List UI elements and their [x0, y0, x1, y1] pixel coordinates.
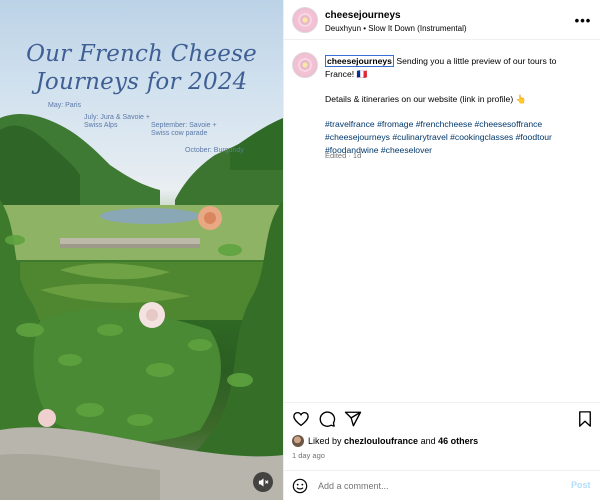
- post-comment-button[interactable]: Post: [571, 480, 591, 490]
- likes-middle: and: [420, 436, 436, 446]
- header-username[interactable]: cheesejourneys: [325, 10, 401, 21]
- audio-attribution[interactable]: Deuxhyun • Slow It Down (Instrumental): [325, 24, 467, 33]
- caption-hashtags[interactable]: #travelfrance #fromage #frenchcheese #ch…: [325, 118, 590, 157]
- comment-bar: Post: [284, 470, 600, 500]
- caption-details: Details & itineraries on our website (li…: [325, 94, 527, 104]
- likes-prefix: Liked by: [308, 436, 342, 446]
- likes-summary: Liked by chezlouloufrance and 46 others: [292, 434, 478, 448]
- speaker-muted-icon: [258, 477, 268, 487]
- caption-line-1: cheesejourneys Sending you a little prev…: [325, 55, 590, 68]
- post-timestamp: 1 day ago: [292, 451, 325, 460]
- paper-plane-icon: [344, 411, 362, 427]
- emoji-button[interactable]: [292, 478, 308, 494]
- hashtags-line-1[interactable]: #travelfrance #fromage #frenchcheese #ch…: [325, 118, 590, 131]
- heart-icon: [293, 411, 309, 427]
- media-title-line-1: Our French Cheese: [26, 41, 257, 67]
- likes-others-count[interactable]: 46 others: [438, 436, 478, 446]
- post-details-panel: cheesejourneys Deuxhyun • Slow It Down (…: [283, 0, 600, 500]
- comment-input[interactable]: [318, 478, 558, 494]
- media-title-line-2: Journeys for 2024: [35, 69, 248, 95]
- comment-bubble-icon: [319, 411, 336, 427]
- smiley-icon: [292, 478, 308, 494]
- save-button[interactable]: [576, 410, 594, 428]
- liker-avatar[interactable]: [292, 435, 304, 447]
- caption-line-2: France! 🇫🇷: [325, 69, 368, 79]
- hashtags-line-2[interactable]: #cheesejourneys #culinarytravel #cooking…: [325, 131, 590, 144]
- more-options-button[interactable]: •••: [575, 12, 591, 28]
- media-title: Our French Cheese Journeys for 2024: [0, 40, 283, 96]
- caption-username[interactable]: cheesejourneys: [325, 55, 394, 67]
- tag-october: October: Burgundy: [185, 147, 244, 154]
- edited-timestamp: Edited · 1d: [325, 151, 362, 160]
- bookmark-icon: [579, 411, 591, 427]
- caption-avatar[interactable]: [292, 52, 318, 78]
- share-button[interactable]: [344, 410, 362, 428]
- comment-button[interactable]: [318, 410, 336, 428]
- mute-button[interactable]: [253, 472, 273, 492]
- action-bar: [284, 402, 600, 432]
- liker-username[interactable]: chezlouloufrance: [344, 436, 418, 446]
- post-caption: cheesejourneys Sending you a little prev…: [325, 55, 590, 157]
- tag-sept-line-2: Swiss cow parade: [151, 130, 208, 137]
- post-media[interactable]: Our French Cheese Journeys for 2024 May:…: [0, 0, 283, 500]
- tag-may: May: Paris: [48, 102, 82, 109]
- post-header: cheesejourneys Deuxhyun • Slow It Down (…: [284, 0, 600, 40]
- tag-july-line-2: Swiss Alps: [84, 122, 118, 129]
- caption-text: Sending you a little preview of our tour…: [393, 56, 557, 66]
- more-horizontal-icon: •••: [574, 12, 592, 28]
- avatar[interactable]: [292, 7, 318, 33]
- hashtags-line-3[interactable]: #foodandwine #cheeselover: [325, 144, 590, 157]
- like-button[interactable]: [292, 410, 310, 428]
